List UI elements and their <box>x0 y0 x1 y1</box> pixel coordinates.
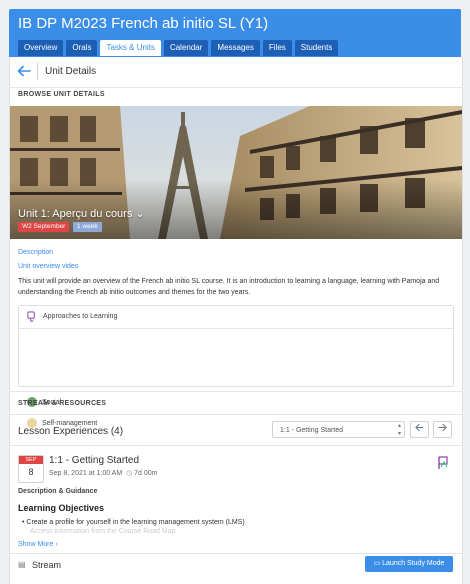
tab-students[interactable]: Students <box>294 40 339 56</box>
duration-badge: 1 week <box>73 222 102 232</box>
objective-text: Create a profile for yourself in the lea… <box>26 519 245 526</box>
tab-files[interactable]: Files <box>262 40 292 56</box>
unit-description: This unit will provide an overview of th… <box>18 278 440 296</box>
lesson-select-value: 1:1 - Getting Started <box>280 427 344 434</box>
lesson-select[interactable]: 1:1 - Getting Started ▴ ▾ <box>272 421 405 438</box>
browse-section-label: BROWSE UNIT DETAILS <box>18 91 105 98</box>
next-lesson-button[interactable] <box>433 421 452 438</box>
unit-title-dropdown[interactable]: Unit 1: Aperçu du cours ⌄ <box>18 207 145 220</box>
calendar-month: SEP <box>19 456 43 464</box>
stream-resources-section-label: STREAM & RESOURCES <box>18 400 107 407</box>
objective-item-faded: Access information from the Course Road … <box>30 528 176 535</box>
lesson-name[interactable]: 1:1 - Getting Started <box>49 455 139 466</box>
unit-overview-video-link[interactable]: Unit overview video <box>18 263 79 270</box>
lesson-experiences-title: Lesson Experiences (4) <box>18 426 124 437</box>
divider <box>10 445 462 446</box>
atl-header: Approaches to Learning <box>19 306 453 329</box>
lesson-flag-icon[interactable] <box>437 456 449 470</box>
previous-lesson-button[interactable] <box>410 421 429 438</box>
lesson-date-row: Sep 8, 2021 at 1:00 AM ◷ 7d 00m <box>49 469 157 477</box>
unit-details-panel: Unit Details BROWSE UNIT DETAILS Unit 1:… <box>9 57 463 584</box>
show-more-link[interactable]: Show More › <box>18 541 58 548</box>
study-mode-icon: ▭ <box>373 560 383 567</box>
atl-title: Approaches to Learning <box>43 313 118 320</box>
lesson-date: Sep 8, 2021 at 1:00 AM <box>49 470 123 477</box>
week-badge: W2 September <box>18 222 70 232</box>
page-title: Unit Details <box>45 66 97 77</box>
learning-objectives-heading: Learning Objectives <box>18 503 105 513</box>
description-label: Description <box>18 249 54 256</box>
tab-orals[interactable]: Orals <box>66 40 98 56</box>
tab-messages[interactable]: Messages <box>211 40 260 56</box>
arrow-right-icon <box>438 423 447 432</box>
calendar-date-badge: SEP 8 <box>18 455 44 483</box>
select-arrows-icon: ▴ ▾ <box>397 423 401 437</box>
course-tabs: Overview Orals Tasks & Units Calendar Me… <box>18 40 339 56</box>
page: IB DP M2023 French ab initio SL (Y1) Ove… <box>0 0 470 584</box>
calendar-day: 8 <box>28 467 34 477</box>
tab-tasks-units[interactable]: Tasks & Units <box>100 40 161 56</box>
clock-icon: ◷ <box>124 470 135 477</box>
course-title: IB DP M2023 French ab initio SL (Y1) <box>18 15 269 32</box>
launch-study-mode-label: Launch Study Mode <box>382 560 445 567</box>
stream-row: ▤ Stream ▭ Launch Study Mode <box>10 553 462 576</box>
back-button[interactable] <box>17 64 31 80</box>
stream-label: Stream <box>32 560 62 570</box>
arrow-left-icon <box>415 423 424 432</box>
objective-item: • Create a profile for yourself in the l… <box>22 519 245 526</box>
tab-overview[interactable]: Overview <box>18 40 64 56</box>
arrow-left-icon <box>17 65 31 77</box>
atl-icon <box>27 311 35 322</box>
lesson-duration: 7d 00m <box>134 470 158 477</box>
course-header: IB DP M2023 French ab initio SL (Y1) Ove… <box>9 9 461 57</box>
divider <box>10 391 462 392</box>
header-divider <box>37 63 38 80</box>
divider <box>10 414 462 415</box>
description-guidance-label: Description & Guidance <box>18 488 98 495</box>
launch-study-mode-button[interactable]: ▭ Launch Study Mode <box>365 556 453 572</box>
stream-icon: ▤ <box>18 560 26 569</box>
approaches-to-learning-card: Approaches to Learning Social Self-manag… <box>18 305 454 428</box>
unit-details-header: Unit Details <box>10 57 462 88</box>
tab-calendar[interactable]: Calendar <box>163 40 209 56</box>
